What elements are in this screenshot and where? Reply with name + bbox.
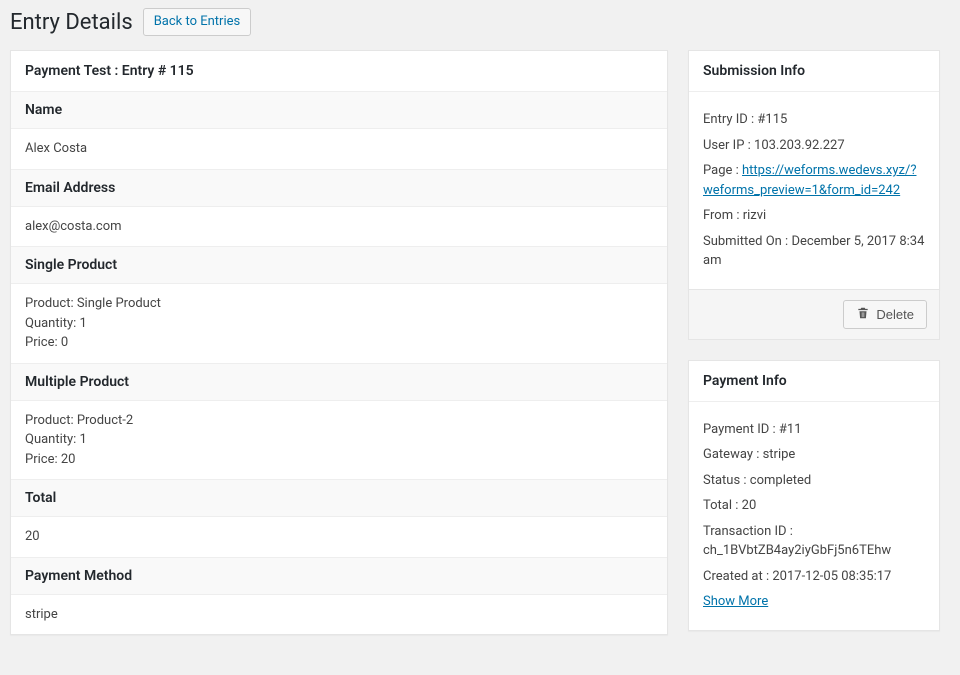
field-value-payment-method: stripe <box>11 595 667 635</box>
field-label-total: Total <box>11 479 667 517</box>
payment-created-at: Created at : 2017-12-05 08:35:17 <box>703 567 925 587</box>
payment-transaction: Transaction ID : ch_1BVbtZB4ay2iyGbFj5n6… <box>703 522 925 561</box>
payment-status: Status : completed <box>703 471 925 491</box>
trash-icon <box>856 306 870 323</box>
field-label-single-product: Single Product <box>11 246 667 284</box>
field-value-single-product: Product: Single Product Quantity: 1 Pric… <box>11 284 667 363</box>
field-label-multiple-product: Multiple Product <box>11 363 667 401</box>
delete-row: Delete <box>688 290 940 340</box>
submission-from: From : rizvi <box>703 206 925 226</box>
delete-button-label: Delete <box>876 307 914 322</box>
entry-details-panel: Payment Test : Entry # 115 Name Alex Cos… <box>10 50 668 635</box>
field-value-total: 20 <box>11 517 667 557</box>
submission-submitted-on: Submitted On : December 5, 2017 8:34 am <box>703 232 925 271</box>
field-label-payment-method: Payment Method <box>11 557 667 595</box>
entry-panel-title: Payment Test : Entry # 115 <box>11 51 667 92</box>
submission-page: Page : https://weforms.wedevs.xyz/?wefor… <box>703 161 925 200</box>
payment-id: Payment ID : #11 <box>703 420 925 440</box>
field-value-multiple-product: Product: Product-2 Quantity: 1 Price: 20 <box>11 401 667 480</box>
field-value-name: Alex Costa <box>11 129 667 169</box>
page-title: Entry Details <box>10 10 133 35</box>
submission-user-ip: User IP : 103.203.92.227 <box>703 136 925 156</box>
payment-info-title: Payment Info <box>689 361 939 402</box>
page-header: Entry Details Back to Entries <box>10 0 940 50</box>
payment-info-panel: Payment Info Payment ID : #11 Gateway : … <box>688 360 940 631</box>
submission-info-title: Submission Info <box>689 51 939 92</box>
payment-total: Total : 20 <box>703 496 925 516</box>
show-more-link[interactable]: Show More <box>703 594 768 609</box>
payment-gateway: Gateway : stripe <box>703 445 925 465</box>
delete-button[interactable]: Delete <box>843 300 927 329</box>
submission-info-panel: Submission Info Entry ID : #115 User IP … <box>688 50 940 290</box>
field-label-email: Email Address <box>11 169 667 207</box>
field-label-name: Name <box>11 92 667 129</box>
submission-entry-id: Entry ID : #115 <box>703 110 925 130</box>
back-to-entries-button[interactable]: Back to Entries <box>143 8 252 36</box>
field-value-email: alex@costa.com <box>11 207 667 247</box>
